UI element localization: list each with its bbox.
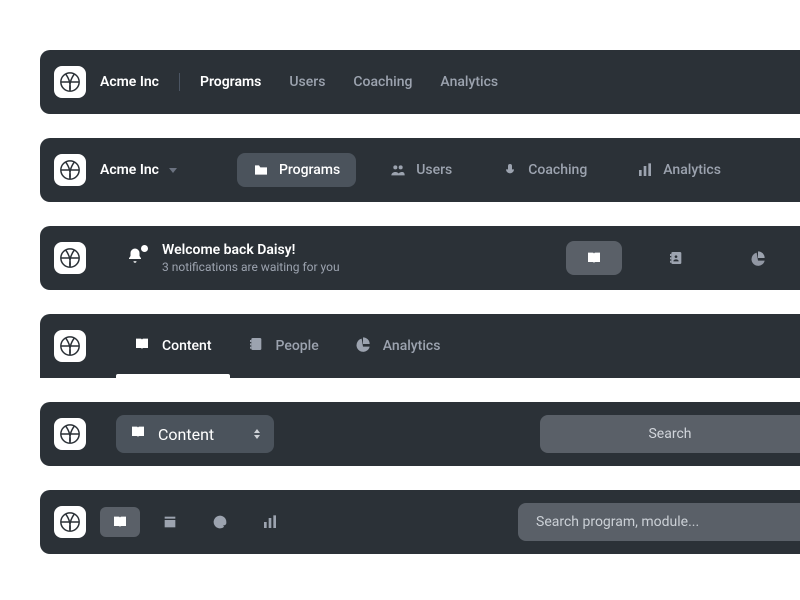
pill-programs[interactable]: Programs xyxy=(237,153,356,187)
mini-at[interactable] xyxy=(200,507,240,537)
dribbble-icon xyxy=(59,335,81,357)
iconbtn-people[interactable] xyxy=(648,241,704,275)
tab-people[interactable]: People xyxy=(230,314,337,378)
bars-icon xyxy=(637,162,653,178)
search-input[interactable] xyxy=(536,514,782,530)
navbar-mini xyxy=(40,490,800,554)
welcome-title: Welcome back Daisy! xyxy=(162,242,340,258)
navbar-welcome: Welcome back Daisy! 3 notifications are … xyxy=(40,226,800,290)
logo[interactable] xyxy=(54,154,86,186)
iconbtn-analytics[interactable] xyxy=(730,241,786,275)
book-icon xyxy=(130,424,146,444)
logo[interactable] xyxy=(54,330,86,362)
nav-programs[interactable]: Programs xyxy=(200,74,261,90)
logo[interactable] xyxy=(54,242,86,274)
pill-coaching[interactable]: Coaching xyxy=(486,153,603,187)
select-label: Content xyxy=(158,425,214,444)
dribbble-icon xyxy=(59,511,81,533)
bars-icon xyxy=(262,514,278,530)
mini-layers[interactable] xyxy=(150,507,190,537)
pie-icon xyxy=(750,250,766,266)
pill-label: Analytics xyxy=(663,162,721,178)
book-icon xyxy=(134,336,150,356)
logo[interactable] xyxy=(54,66,86,98)
pie-icon xyxy=(355,336,371,356)
navbar-tabs: Content People Analytics xyxy=(40,314,800,378)
dribbble-icon xyxy=(59,423,81,445)
logo[interactable] xyxy=(54,418,86,450)
tab-label: People xyxy=(276,338,319,354)
iconbtn-content[interactable] xyxy=(566,241,622,275)
tab-analytics[interactable]: Analytics xyxy=(337,314,459,378)
company-name: Acme Inc xyxy=(100,74,159,90)
updown-icon xyxy=(254,429,260,439)
nav-coaching[interactable]: Coaching xyxy=(353,74,412,90)
pill-label: Users xyxy=(416,162,452,178)
contacts-icon xyxy=(248,336,264,356)
dribbble-icon xyxy=(59,247,81,269)
users-icon xyxy=(390,162,406,178)
mic-icon xyxy=(502,162,518,178)
tab-label: Analytics xyxy=(383,338,441,354)
nav-analytics[interactable]: Analytics xyxy=(440,74,498,90)
tab-label: Content xyxy=(162,338,212,354)
welcome-subtitle: 3 notifications are waiting for you xyxy=(162,260,340,274)
pill-label: Programs xyxy=(279,162,340,178)
tab-content[interactable]: Content xyxy=(116,314,230,378)
notifications-bell[interactable] xyxy=(126,247,144,269)
pill-analytics[interactable]: Analytics xyxy=(621,153,737,187)
layers-icon xyxy=(162,514,178,530)
mini-content[interactable] xyxy=(100,507,140,537)
folder-icon xyxy=(253,162,269,178)
dribbble-icon xyxy=(59,71,81,93)
divider xyxy=(179,73,180,91)
mini-bars[interactable] xyxy=(250,507,290,537)
logo[interactable] xyxy=(54,506,86,538)
navbar-pills: Acme Inc Programs Users Coaching Analyti… xyxy=(40,138,800,202)
contacts-icon xyxy=(668,250,684,266)
dribbble-icon xyxy=(59,159,81,181)
content-select[interactable]: Content xyxy=(116,415,274,453)
at-icon xyxy=(212,514,228,530)
book-icon xyxy=(586,250,602,266)
pill-users[interactable]: Users xyxy=(374,153,468,187)
navbar-select: Content Search xyxy=(40,402,800,466)
company-name: Acme Inc xyxy=(100,162,159,178)
welcome-text: Welcome back Daisy! 3 notifications are … xyxy=(162,242,340,274)
pill-label: Coaching xyxy=(528,162,587,178)
book-icon xyxy=(112,514,128,530)
search-input-wrap[interactable] xyxy=(518,503,800,541)
search-button[interactable]: Search xyxy=(540,415,800,453)
nav-users[interactable]: Users xyxy=(289,74,325,90)
notification-dot xyxy=(141,245,148,252)
caret-down-icon[interactable] xyxy=(169,168,177,173)
navbar-text: Acme Inc Programs Users Coaching Analyti… xyxy=(40,50,800,114)
